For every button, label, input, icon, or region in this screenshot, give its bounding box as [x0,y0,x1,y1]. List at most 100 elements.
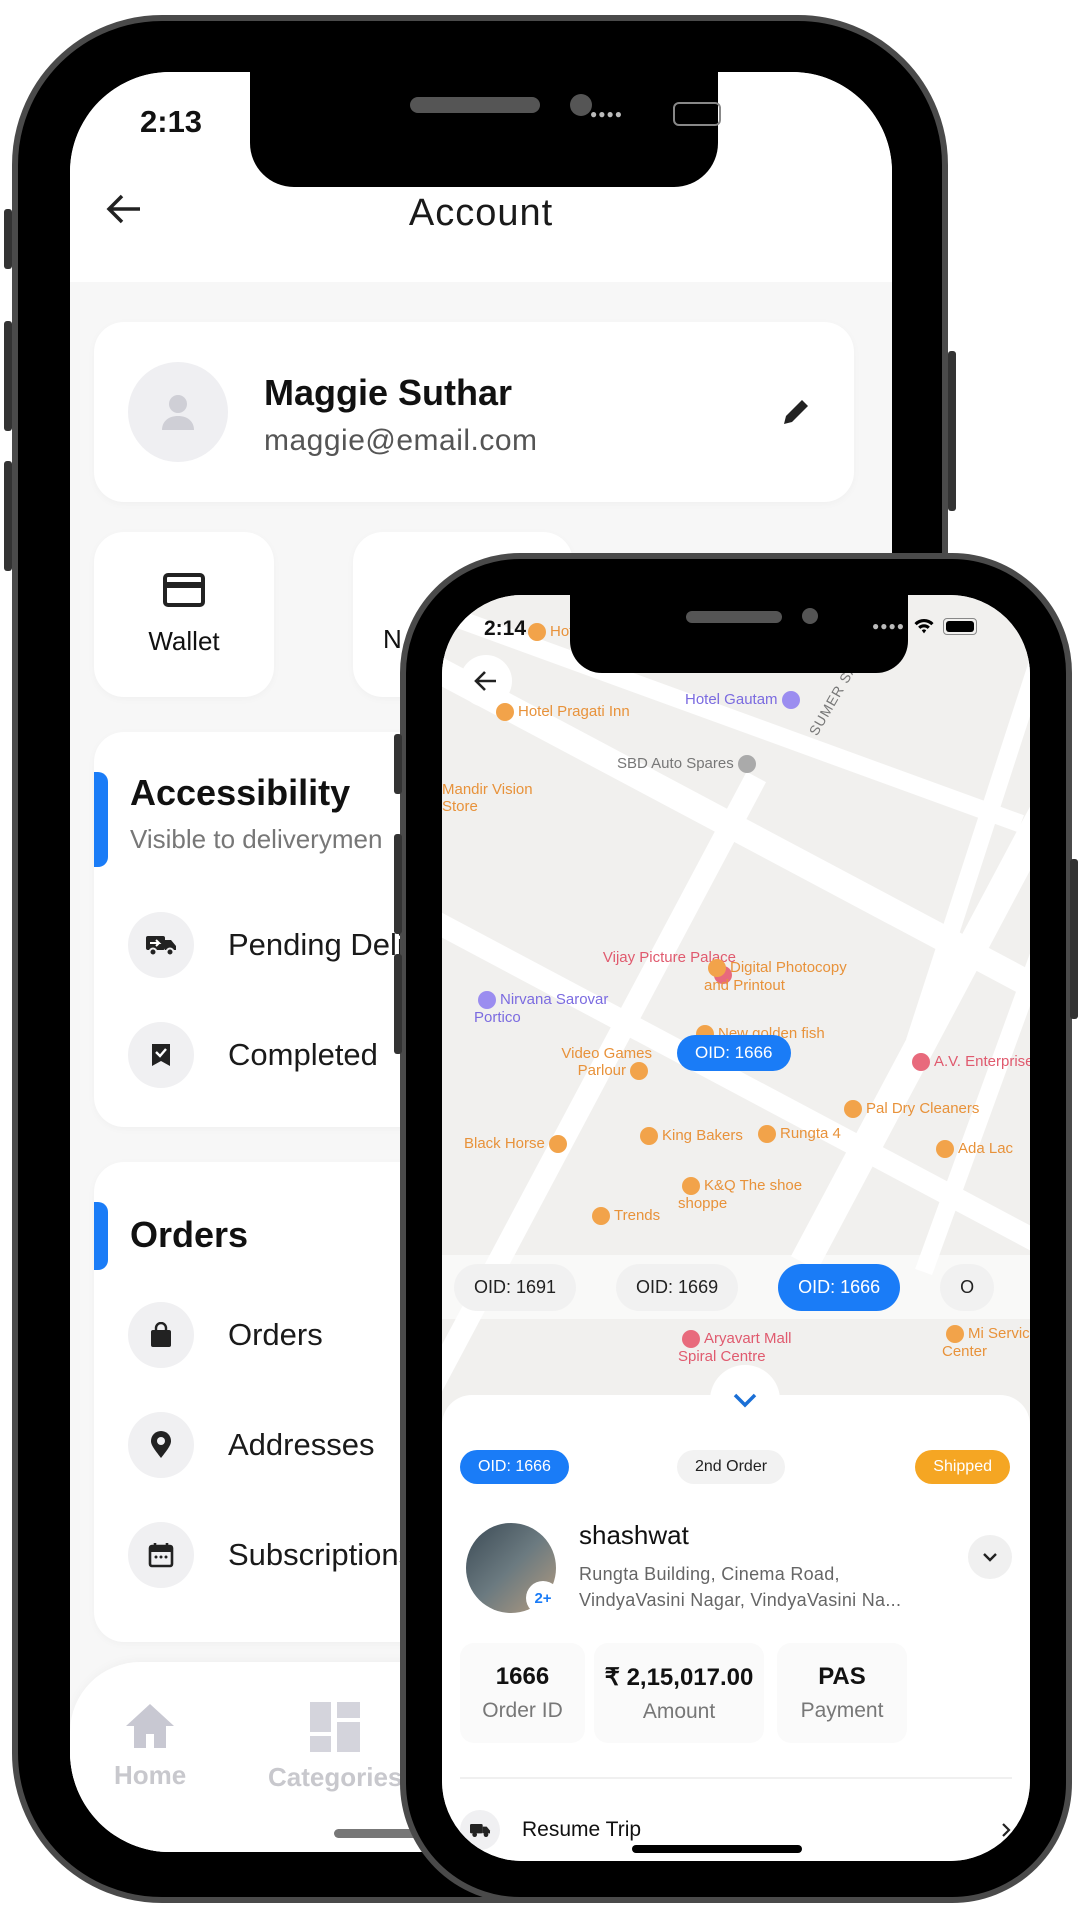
map-poi[interactable]: Hotel Gautam [685,691,804,710]
map-poi[interactable]: Mandir Vision Store [442,781,538,815]
chevron-right-icon [1002,1823,1011,1837]
user-icon [162,395,194,430]
map-view[interactable]: Hotel Palace Hotel Pragati Inn Hotel Gau… [442,595,1030,1395]
arrow-left-icon [474,671,496,691]
map-poi[interactable]: Nirvana Sarovar Portico [474,991,644,1026]
notch [250,72,718,187]
order-chip-active[interactable]: OID: 1666 [778,1263,901,1311]
back-button[interactable] [460,655,512,707]
menu-item-label: Subscriptions [228,1537,415,1572]
status-time: 2:14 [484,617,527,640]
menu-item-label: Addresses [228,1427,375,1462]
signal-icon: ●●●● [590,107,623,121]
side-button [1070,859,1078,1019]
resume-trip-label: Resume Trip [522,1818,642,1841]
location-pin-icon [128,1412,194,1478]
battery-icon [673,102,721,126]
map-poi[interactable]: Hotel Pragati Inn [492,703,630,722]
order-chip-bar: OID: 1691 OID: 1669 OID: 1666 O [442,1255,1030,1319]
status-icons: ●●●● [872,617,977,635]
map-poi[interactable]: Pal Dry Cleaners [840,1100,979,1119]
profile-email: maggie@email.com [264,424,538,457]
map-poi[interactable]: Aryavart Mall Spiral Centre [678,1330,808,1365]
calendar-icon [128,1522,194,1588]
home-indicator [632,1845,802,1853]
menu-item-orders[interactable]: Orders [128,1302,323,1368]
order-bottom-sheet: OID: 1666 2nd Order Shipped 2+ shashwat … [442,1365,1030,1861]
shopping-bag-icon [128,1302,194,1368]
section-accent [94,772,108,867]
credit-card-icon [163,573,205,607]
nav-label: Home [114,1760,187,1790]
nav-categories[interactable]: Categories [268,1702,402,1793]
expand-details-button[interactable] [968,1535,1012,1579]
map-poi[interactable]: Ada Lac [932,1140,1013,1159]
side-button [4,461,12,571]
extra-count-badge: 2+ [526,1581,560,1615]
wifi-icon [914,618,934,634]
battery-icon [943,617,977,635]
profile-name: Maggie Suthar [264,372,513,413]
stat-payment: PAS Payment [777,1643,907,1743]
order-chip[interactable]: O [940,1263,995,1311]
tile-label: Wallet [148,626,220,656]
status-time: 2:13 [140,104,203,139]
signal-icon: ●●●● [872,619,905,633]
section-accent [94,1202,108,1270]
map-poi[interactable]: A.V. Enterprises [908,1053,1030,1072]
profile-card[interactable]: Maggie Suthar maggie@email.com [94,322,854,502]
customer-address: Rungta Building, Cinema Road, VindyaVasi… [579,1564,902,1610]
delivery-map-screen: Hotel Palace Hotel Pragati Inn Hotel Gau… [442,595,1030,1861]
menu-item-subscriptions[interactable]: Subscriptions [128,1522,414,1588]
status-badge: Shipped [915,1450,1010,1484]
map-poi[interactable]: Video Games Parlour [512,1045,652,1081]
nav-home[interactable]: Home [114,1702,186,1791]
menu-item-addresses[interactable]: Addresses [128,1412,374,1478]
edit-profile-button[interactable] [778,394,814,430]
camera [570,94,592,116]
order-map-marker[interactable]: OID: 1666 [677,1035,791,1071]
side-button [4,321,12,431]
side-button [948,351,956,511]
map-poi[interactable]: Digital Photocopy and Printout [704,959,854,994]
map-poi[interactable]: Rungta 4 [754,1125,841,1144]
truck-icon [460,1810,500,1850]
customer-name: shashwat [579,1520,689,1550]
phone-frame-map: Hotel Palace Hotel Pragati Inn Hotel Gau… [394,553,1078,1903]
order-chip[interactable]: OID: 1691 [454,1263,577,1311]
section-title: Accessibility [130,772,351,813]
wallet-tile[interactable]: Wallet [94,532,274,697]
map-poi[interactable]: King Bakers [636,1127,743,1146]
map-poi[interactable]: SBD Auto Spares [617,755,760,774]
tile-label: N [383,624,402,654]
map-poi[interactable]: Black Horse [464,1135,571,1154]
avatar [128,362,228,462]
pencil-icon [784,398,810,424]
truck-icon [128,912,194,978]
chevron-down-icon [733,1393,757,1408]
side-button [394,734,402,794]
side-button [4,209,12,269]
menu-item-label: Orders [228,1317,323,1352]
menu-item-label: Completed [228,1037,378,1072]
wifi-icon [635,104,661,124]
page-title: Account [408,192,554,234]
stat-amount: ₹ 2,15,017.00 Amount [594,1643,764,1743]
camera [802,608,818,624]
divider [460,1777,1012,1779]
order-chip[interactable]: OID: 1669 [616,1263,739,1311]
oid-badge: OID: 1666 [460,1450,569,1484]
collapse-sheet-button[interactable] [710,1365,780,1435]
map-poi[interactable]: K&Q The shoe shoppe [678,1177,828,1212]
menu-item-completed[interactable]: Completed [128,1022,378,1088]
notch [570,595,908,673]
map-poi[interactable]: Trends [588,1207,660,1226]
customer-avatar: 2+ [466,1523,560,1615]
stat-order-id: 1666 Order ID [460,1643,585,1743]
dashboard-icon [310,1702,361,1752]
speaker [410,97,540,113]
side-button [394,954,402,1054]
order-count-badge: 2nd Order [677,1450,786,1484]
map-poi[interactable]: Mi Service Center [942,1325,1030,1360]
bookmark-check-icon [128,1022,194,1088]
